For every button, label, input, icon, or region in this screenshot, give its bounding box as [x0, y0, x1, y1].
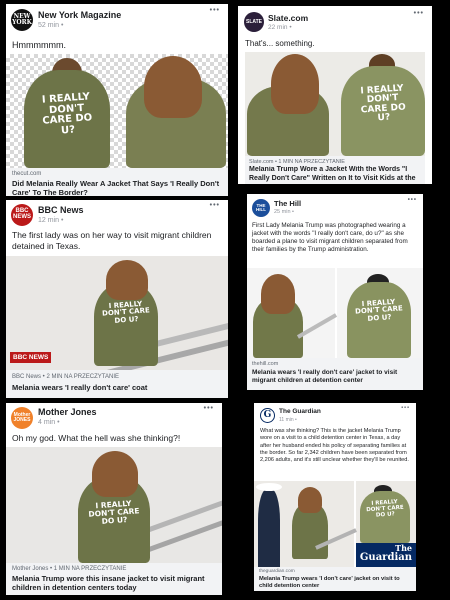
thehill-avatar[interactable]: THE HILL	[252, 199, 270, 217]
jacket-scrawl: I REALLY DON'T CARE DO U?	[41, 91, 93, 136]
link-headline: Did Melania Really Wear A Jacket That Sa…	[12, 179, 220, 196]
guardian-logo-line2: Guardian	[359, 552, 412, 563]
post-text: First Lady Melania Trump was photographe…	[252, 222, 408, 253]
jacket-scrawl: I REALLY DON'T CARE DO U?	[360, 83, 407, 124]
post-photo[interactable]: I REALLY DON'T CARE DO U? The Guardian	[254, 481, 416, 567]
figure-hair	[298, 487, 322, 513]
figure-hair	[92, 451, 138, 497]
post-time-text: 52 min	[38, 22, 60, 29]
post-text: That's... something.	[245, 39, 315, 48]
post-time: 52 min •	[38, 22, 63, 29]
guardian-photo-logo: The Guardian	[356, 543, 416, 567]
jacket-scrawl: I REALLY DON'T CARE DO U?	[366, 499, 404, 519]
link-headline: Melania wears 'I really don't care' jack…	[252, 369, 398, 384]
post-photo[interactable]: I REALLY DON'T CARE DO U?	[247, 268, 423, 358]
guardian-avatar[interactable]: G	[260, 408, 275, 423]
more-options-icon[interactable]: •••	[210, 7, 220, 14]
post-card-motherjones: Mother JONES Mother Jones 4 min • ••• Oh…	[6, 403, 222, 595]
post-card-slate: SLATE Slate.com 22 min • ••• That's... s…	[238, 6, 432, 184]
post-time-text: 4 min	[38, 419, 56, 426]
globe-icon: •	[60, 217, 64, 224]
globe-icon: •	[295, 417, 297, 423]
more-options-icon[interactable]: •••	[210, 202, 220, 209]
link-headline: Melania Trump Wore a Jacket With the Wor…	[249, 166, 416, 182]
post-text: What was she thinking? This is the jacke…	[260, 428, 409, 464]
post-time-text: 11 min	[279, 417, 294, 423]
post-card-thehill: THE HILL The Hill 25 min • ••• First Lad…	[247, 194, 423, 390]
link-headline: Melania wears 'I really don't care' coat	[12, 383, 148, 392]
link-domain: Mother Jones • 1 MIN NA PRZECZYTANIE	[12, 566, 127, 572]
link-headline: Melania Trump wears 'I don't care' jacke…	[259, 576, 400, 589]
link-domain: thecut.com	[12, 171, 42, 177]
post-time: 12 min •	[38, 217, 63, 224]
jacket-scrawl: I REALLY DON'T CARE DO U?	[88, 498, 140, 526]
globe-icon: •	[57, 419, 60, 426]
more-options-icon[interactable]: •••	[408, 197, 417, 203]
post-card-nymag: NEW YORK New York Magazine 52 min • ••• …	[6, 4, 228, 196]
post-time: 22 min •	[268, 24, 292, 31]
globe-icon: •	[292, 209, 294, 215]
post-time: 25 min •	[274, 209, 294, 215]
motherjones-avatar[interactable]: Mother JONES	[11, 407, 33, 429]
link-preview[interactable]: BBC News • 2 MIN NA PRZECZYTANIE Melania…	[6, 370, 228, 398]
post-text: The first lady was on her way to visit m…	[12, 230, 212, 251]
jacket-scrawl: I REALLY DON'T CARE DO U?	[101, 299, 151, 325]
post-text: Hmmmmmm.	[12, 40, 66, 50]
post-photo[interactable]: I REALLY DON'T CARE DO U?	[245, 52, 425, 156]
globe-icon: •	[60, 22, 64, 29]
figure-hair-side	[144, 56, 202, 118]
officer-figure	[258, 489, 280, 567]
globe-icon: •	[289, 24, 292, 31]
link-domain: BBC News • 2 MIN NA PRZECZYTANIE	[12, 374, 120, 380]
more-options-icon[interactable]: •••	[414, 10, 424, 17]
post-photo[interactable]: I REALLY DON'T CARE DO U?	[6, 54, 228, 168]
figure-hair	[271, 54, 319, 114]
post-card-bbc: BBC NEWS BBC News 12 min • ••• The first…	[6, 200, 228, 398]
post-author[interactable]: BBC News	[38, 205, 84, 215]
link-domain: theguardian.com	[259, 569, 295, 574]
link-headline: Melania Trump wore this insane jacket to…	[12, 574, 205, 592]
link-preview[interactable]: theguardian.com Melania Trump wears 'I d…	[254, 567, 416, 591]
post-author[interactable]: New York Magazine	[38, 10, 121, 20]
post-time-text: 12 min	[38, 217, 60, 224]
link-domain: Slate.com • 1 MIN NA PRZECZYTANIE	[249, 159, 345, 165]
link-preview[interactable]: Mother Jones • 1 MIN NA PRZECZYTANIE Mel…	[6, 563, 222, 595]
post-photo[interactable]: I REALLY DON'T CARE DO U?	[6, 447, 222, 563]
officer-cap	[256, 483, 282, 491]
figure-hair	[261, 274, 295, 314]
post-author[interactable]: The Guardian	[279, 408, 321, 415]
post-time: 4 min •	[38, 419, 60, 426]
post-photo[interactable]: I REALLY DON'T CARE DO U? BBC NEWS	[6, 256, 228, 370]
post-author[interactable]: Mother Jones	[38, 407, 97, 417]
post-card-guardian: G The Guardian 11 min • ••• What was she…	[254, 403, 416, 591]
figure-hair	[106, 260, 148, 300]
jacket-scrawl: I REALLY DON'T CARE DO U?	[354, 297, 404, 323]
post-time: 11 min •	[279, 417, 297, 423]
post-text: Oh my god. What the hell was she thinkin…	[12, 433, 181, 443]
post-author[interactable]: The Hill	[274, 199, 301, 208]
post-time-text: 22 min	[268, 24, 288, 31]
slate-avatar[interactable]: SLATE	[244, 12, 264, 32]
more-options-icon[interactable]: •••	[204, 405, 214, 412]
link-domain: thehill.com	[252, 361, 279, 367]
post-time-text: 25 min	[274, 209, 291, 215]
bbc-photo-logo: BBC NEWS	[10, 352, 52, 363]
link-preview[interactable]: Slate.com • 1 MIN NA PRZECZYTANIE Melani…	[245, 156, 425, 184]
post-author[interactable]: Slate.com	[268, 13, 308, 23]
nymag-avatar[interactable]: NEW YORK	[11, 9, 33, 31]
link-preview[interactable]: thecut.com Did Melania Really Wear A Jac…	[6, 168, 228, 196]
more-options-icon[interactable]: •••	[401, 405, 410, 411]
bbc-avatar[interactable]: BBC NEWS	[11, 204, 33, 226]
link-preview[interactable]: thehill.com Melania wears 'I really don'…	[247, 358, 423, 390]
